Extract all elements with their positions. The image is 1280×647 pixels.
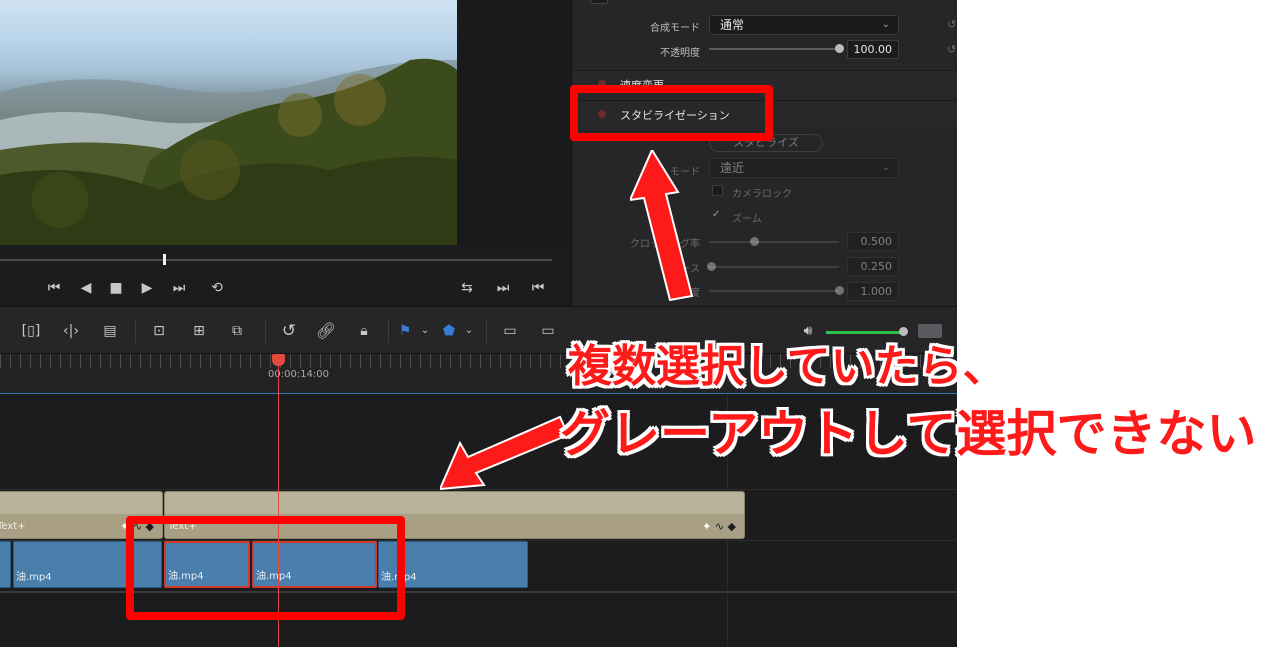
mode-value: 遠近 xyxy=(720,161,745,175)
clip-label: Text+ xyxy=(0,521,26,532)
position-lock-icon[interactable]: 🔒︎ xyxy=(352,321,376,341)
timeline-playhead[interactable] xyxy=(272,354,285,366)
match-frame-icon[interactable]: ⇆ xyxy=(457,278,477,298)
toolbar-separator xyxy=(265,319,266,343)
video-preview xyxy=(0,0,457,245)
chevron-down-icon: ⌄ xyxy=(881,162,890,173)
clip-name: 油.mp4 xyxy=(16,572,52,583)
play-icon[interactable]: ▶ xyxy=(137,278,157,298)
mark-out-icon[interactable]: ⏮ xyxy=(528,278,548,298)
replace-clip-icon[interactable]: ⧉ xyxy=(224,321,250,341)
inspector-panel: 合成モード 通常 ⌄ ↺ 不透明度 100.00 ↺ 速度変更 スタビライゼーシ… xyxy=(571,0,957,306)
zoom-detail-icon[interactable]: ▭ xyxy=(534,321,562,341)
smooth-slider[interactable] xyxy=(709,266,839,268)
video-clip[interactable] xyxy=(0,541,11,588)
trim-edit-icon[interactable]: [▯] xyxy=(18,321,44,341)
insert-clip-icon[interactable]: ⊡ xyxy=(146,321,172,341)
zoom-full-icon[interactable]: ▭ xyxy=(496,321,524,341)
play-reverse-icon[interactable]: ◀ xyxy=(76,278,96,298)
reset-icon[interactable]: ↺ xyxy=(947,43,956,56)
annotation-arrow-left xyxy=(440,415,570,491)
strength-knob[interactable] xyxy=(835,286,844,295)
blade-icon[interactable]: ▤ xyxy=(97,321,123,341)
annotation-text-line2: グレーアウトして選択できない xyxy=(560,405,1257,463)
strength-slider[interactable] xyxy=(709,290,839,292)
linked-selection-icon[interactable]: 🔗︎ xyxy=(314,321,338,341)
opacity-label: 不透明度 xyxy=(660,48,700,59)
dynamic-trim-icon[interactable]: ‹|› xyxy=(58,321,84,341)
highlight-stabilization-box xyxy=(570,85,773,141)
chevron-down-icon: ⌄ xyxy=(881,19,890,30)
composite-mode-label: 合成モード xyxy=(650,23,700,34)
composite-toggle[interactable] xyxy=(590,0,608,4)
annotation-text-line1: 複数選択していたら、 xyxy=(568,341,1007,392)
jump-to-start-icon[interactable]: ⏮ xyxy=(44,278,64,298)
toolbar-separator xyxy=(388,319,389,343)
loop-icon[interactable]: ⟲ xyxy=(207,278,227,298)
opacity-field[interactable]: 100.00 xyxy=(847,40,899,59)
snapping-icon[interactable]: ↺ xyxy=(277,321,301,341)
composite-mode-select[interactable]: 通常 ⌄ xyxy=(709,15,899,35)
keyframe-icons[interactable]: ✦ ∿ ◆ xyxy=(702,520,736,533)
next-clip-icon[interactable]: ⏭ xyxy=(493,278,513,298)
landscape-image xyxy=(0,58,457,245)
mode-select[interactable]: 遠近 ⌄ xyxy=(709,158,899,178)
viewer-background xyxy=(457,0,570,245)
chevron-down-icon[interactable]: ⌄ xyxy=(462,321,476,341)
zoom-checkbox-check-icon[interactable]: ✓ xyxy=(712,209,723,220)
toolbar-separator xyxy=(135,319,136,343)
zoom-label: ズーム xyxy=(732,214,762,225)
camera-lock-checkbox[interactable] xyxy=(712,185,723,196)
camera-lock-label: カメラロック xyxy=(732,189,792,200)
opacity-knob[interactable] xyxy=(835,44,844,53)
flag-icon[interactable]: ⚑ xyxy=(398,321,412,341)
strength-field[interactable]: 1.000 xyxy=(847,282,899,301)
highlight-selected-clips-box xyxy=(126,516,405,620)
smooth-field[interactable]: 0.250 xyxy=(847,257,899,276)
viewer-panel: ⏮ ◀ ■ ▶ ⏭ ⟲ ⇆ ⏭ ⏮ xyxy=(0,0,570,306)
stop-icon[interactable]: ■ xyxy=(106,278,126,298)
reset-icon[interactable]: ↺ xyxy=(947,18,956,31)
opacity-slider[interactable] xyxy=(709,48,839,50)
chevron-down-icon[interactable]: ⌄ xyxy=(418,321,432,341)
overwrite-clip-icon[interactable]: ⊞ xyxy=(186,321,212,341)
jump-to-end-icon[interactable]: ⏭ xyxy=(169,278,189,298)
cropping-ratio-field[interactable]: 0.500 xyxy=(847,232,899,251)
toolbar-separator xyxy=(486,319,487,343)
scrub-playhead[interactable] xyxy=(163,254,166,265)
cropping-ratio-knob[interactable] xyxy=(750,237,759,246)
marker-icon[interactable]: ⬟ xyxy=(442,321,456,341)
cropping-ratio-slider[interactable] xyxy=(709,241,839,243)
composite-mode-value: 通常 xyxy=(720,18,745,32)
scrub-bar[interactable] xyxy=(0,259,552,261)
annotation-arrow-up xyxy=(630,150,694,302)
